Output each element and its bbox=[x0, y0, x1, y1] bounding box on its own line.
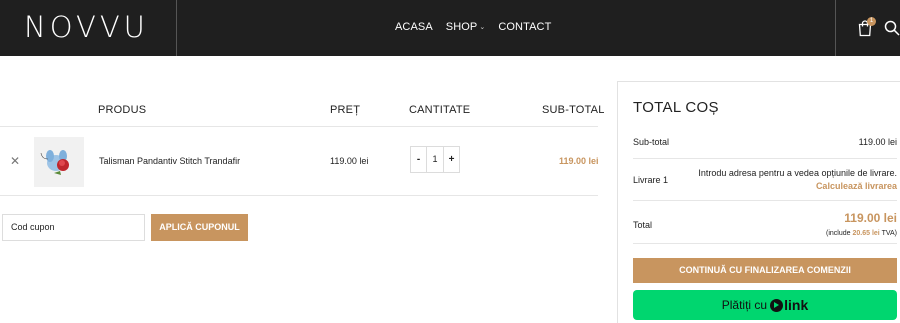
header-divider bbox=[835, 0, 836, 56]
vat-suffix: TVA) bbox=[879, 230, 897, 237]
product-name-link[interactable]: Talisman Pandantiv Stitch Trandafir bbox=[99, 156, 240, 166]
nav-item-label: ACASA bbox=[395, 21, 433, 33]
total-label: Total bbox=[633, 220, 653, 230]
calculate-shipping-link[interactable]: Calculează livrarea bbox=[816, 181, 897, 191]
cart-count-badge: 1 bbox=[867, 17, 876, 26]
vat-amount: 20.65 lei bbox=[852, 230, 880, 237]
apply-coupon-button[interactable]: APLICĂ CUPONUL bbox=[151, 214, 248, 241]
site-logo[interactable]: NOVVU bbox=[24, 10, 149, 44]
column-header-product: PRODUS bbox=[98, 104, 147, 116]
product-price: 119.00 lei bbox=[330, 156, 369, 166]
shipping-info-text: Introdu adresa pentru a vedea opțiunile … bbox=[698, 168, 897, 178]
cart-totals-panel bbox=[617, 81, 900, 323]
link-pay-text: Plătiți cu bbox=[721, 298, 768, 312]
column-header-price: PREȚ bbox=[330, 104, 361, 116]
header-divider bbox=[176, 0, 177, 56]
column-header-quantity: CANTITATE bbox=[409, 104, 471, 116]
totals-divider bbox=[633, 243, 897, 244]
product-subtotal: 119.00 lei bbox=[559, 156, 599, 166]
table-divider bbox=[0, 126, 598, 127]
proceed-to-checkout-button[interactable]: CONTINUĂ CU FINALIZAREA COMENZII bbox=[633, 258, 897, 283]
chevron-down-icon: ⌄ bbox=[479, 24, 486, 31]
nav-item-label: SHOP bbox=[445, 21, 478, 33]
remove-item-icon[interactable]: ✕ bbox=[10, 154, 20, 168]
product-image bbox=[40, 150, 69, 175]
vat-prefix: (include bbox=[826, 230, 853, 237]
quantity-stepper: - 1 + bbox=[410, 146, 460, 173]
nav-item-shop[interactable]: SHOP ⌄ bbox=[446, 21, 486, 33]
subtotal-value: 119.00 lei bbox=[858, 137, 897, 147]
nav-item-acasa[interactable]: ACASA bbox=[395, 21, 433, 33]
site-header: NOVVU ACASA SHOP ⌄ CONTACT 1 bbox=[0, 0, 900, 56]
total-value: 119.00 lei bbox=[844, 211, 897, 225]
quantity-decrease-button[interactable]: - bbox=[411, 147, 426, 172]
link-arrow-icon bbox=[770, 298, 784, 312]
totals-divider bbox=[633, 158, 897, 159]
quantity-input[interactable]: 1 bbox=[426, 147, 444, 172]
column-header-subtotal: SUB-TOTAL bbox=[542, 104, 605, 116]
table-divider bbox=[0, 195, 598, 196]
main-nav: ACASA SHOP ⌄ CONTACT bbox=[395, 21, 551, 33]
product-thumbnail[interactable] bbox=[34, 137, 84, 187]
vat-note: (include 20.65 lei TVA) bbox=[826, 230, 897, 237]
subtotal-label: Sub-total bbox=[633, 137, 670, 147]
shipping-label: Livrare 1 bbox=[633, 175, 669, 185]
nav-item-label: CONTACT bbox=[498, 21, 552, 33]
link-logo: link bbox=[770, 297, 808, 313]
search-icon[interactable] bbox=[884, 20, 900, 36]
link-pay-button[interactable]: Plătiți cu link bbox=[633, 290, 897, 320]
quantity-increase-button[interactable]: + bbox=[444, 147, 459, 172]
link-brand-text: link bbox=[784, 297, 809, 313]
cart-totals-title: TOTAL COȘ bbox=[633, 99, 719, 116]
coupon-input[interactable]: Cod cupon bbox=[2, 214, 145, 241]
nav-item-contact[interactable]: CONTACT bbox=[498, 21, 551, 33]
totals-divider bbox=[633, 200, 897, 201]
